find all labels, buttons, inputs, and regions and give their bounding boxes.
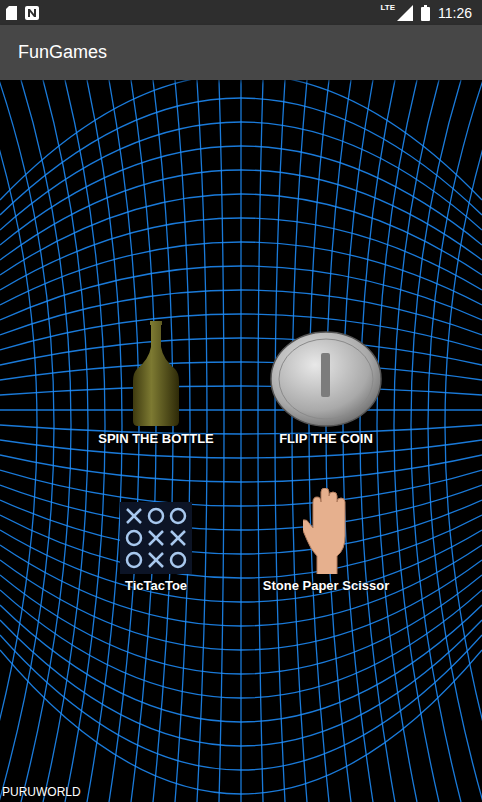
screen: LTE 11:26 FunGames SPIN THE BOTTLE FLIP THE … [0, 0, 482, 802]
game-label[interactable]: FLIP THE COIN [279, 431, 373, 446]
game-tile[interactable]: SPIN THE BOTTLE [71, 318, 241, 446]
grid-background [0, 80, 482, 802]
status-bar: LTE 11:26 [0, 0, 482, 25]
sd-card-icon [6, 6, 17, 20]
game-label[interactable]: TicTacToe [125, 578, 187, 593]
signal-icon [397, 5, 413, 21]
content: SPIN THE BOTTLE FLIP THE COIN TicTacToe Sto… [0, 80, 482, 802]
app-bar: FunGames [0, 25, 482, 80]
hand-icon [303, 488, 349, 574]
network-label: LTE [380, 3, 395, 12]
games-grid: SPIN THE BOTTLE FLIP THE COIN TicTacToe Sto… [0, 318, 482, 593]
game-tile[interactable]: TicTacToe [71, 488, 241, 593]
game-tile[interactable]: FLIP THE COIN [241, 318, 411, 446]
game-label[interactable]: SPIN THE BOTTLE [98, 431, 214, 446]
tictactoe-icon [120, 502, 192, 574]
clock: 11:26 [438, 5, 476, 21]
notification-icon [25, 6, 39, 20]
bottle-icon [129, 319, 183, 427]
coin-icon [270, 331, 382, 427]
app-title: FunGames [18, 42, 107, 63]
game-tile[interactable]: Stone Paper Scissor [241, 488, 411, 593]
footer-credit: PURUWORLD [0, 785, 482, 802]
game-label[interactable]: Stone Paper Scissor [263, 578, 389, 593]
battery-icon [421, 5, 430, 21]
